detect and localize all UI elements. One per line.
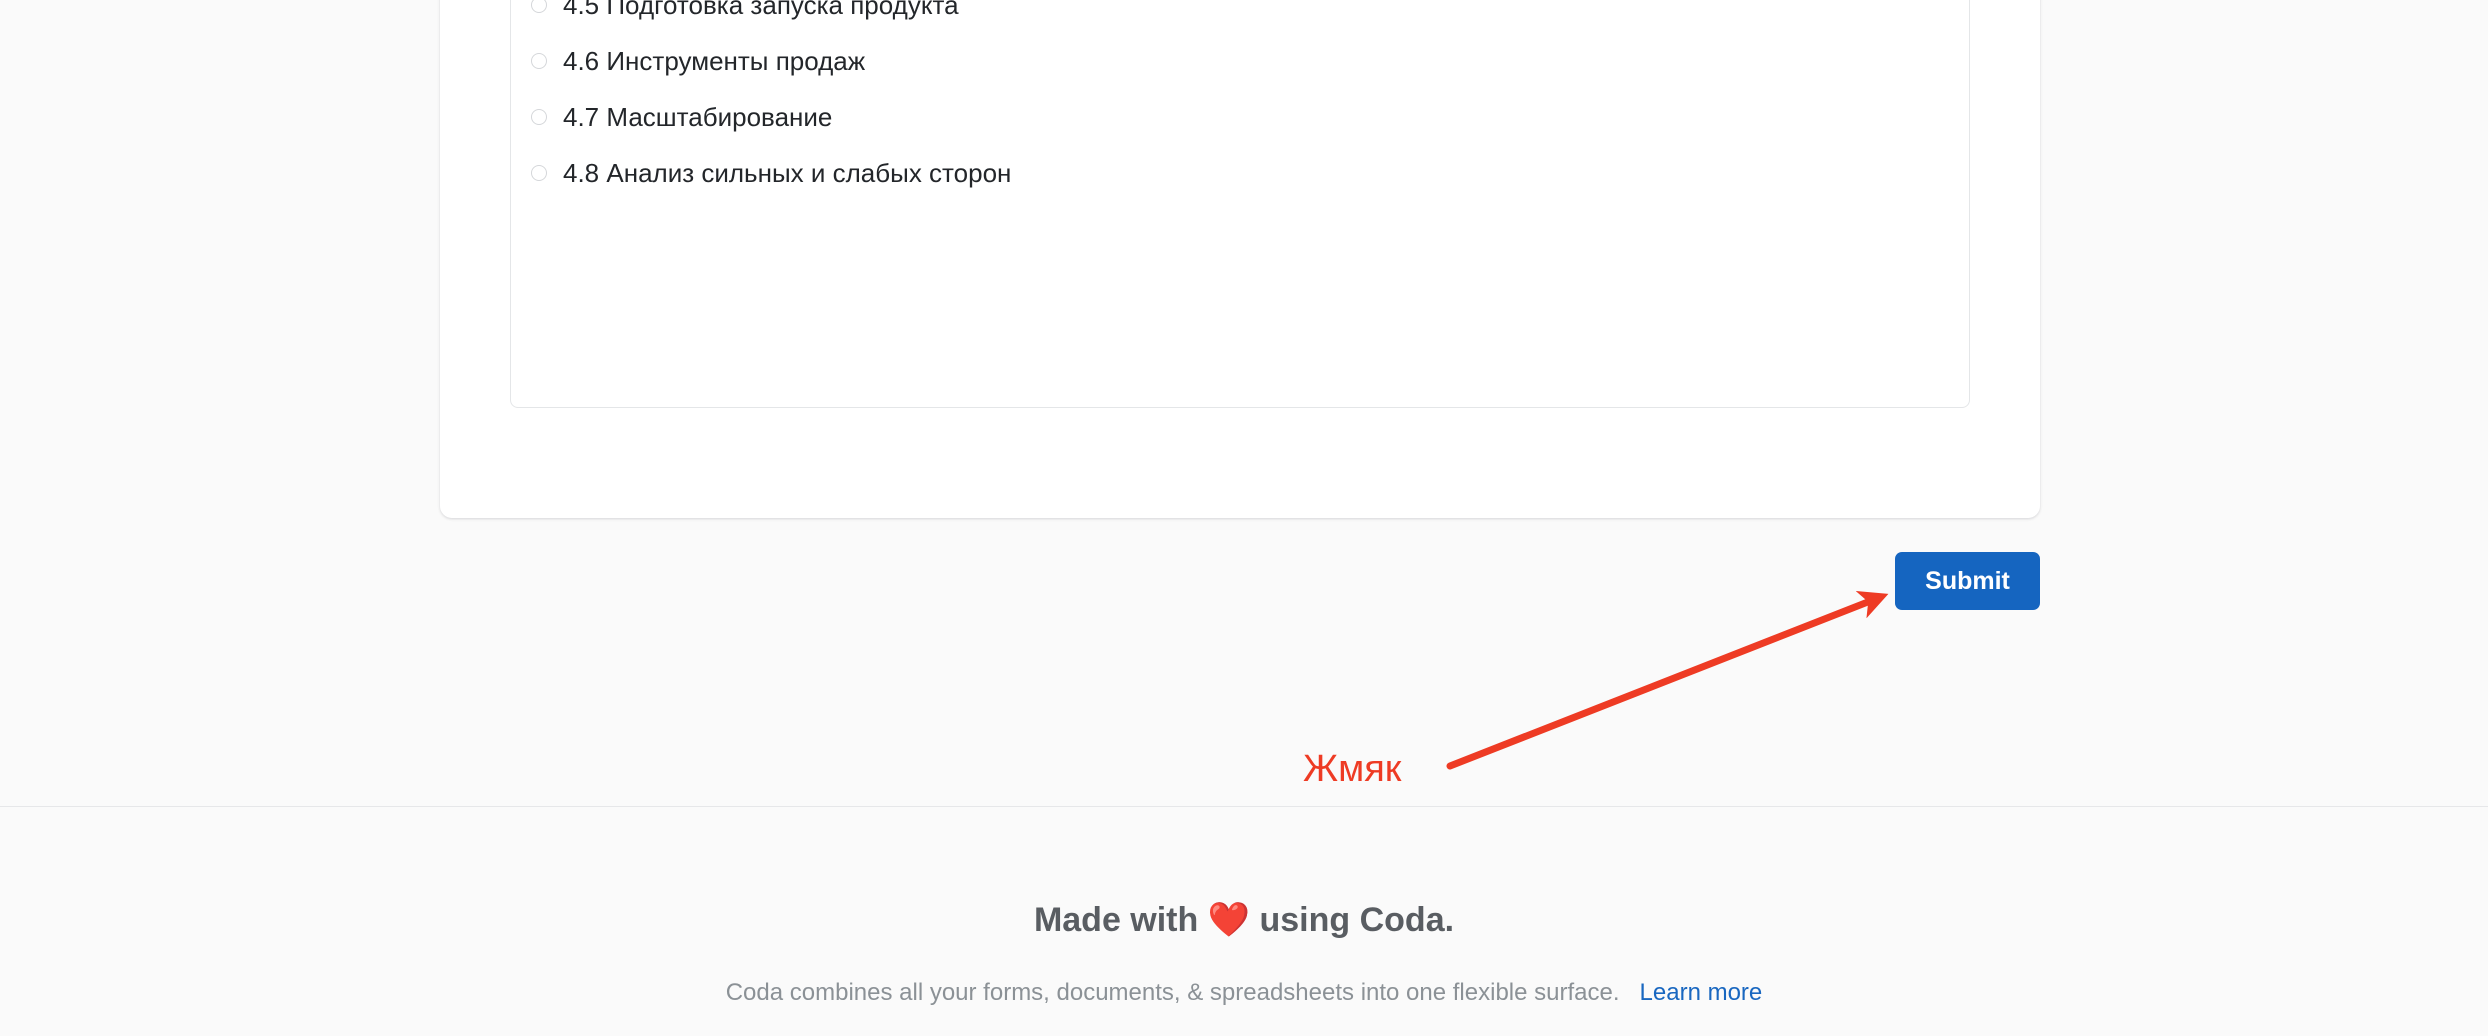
radio-option-group: 4.2 Тестирование гипотез 4.3 Финансовое …	[510, 0, 1970, 408]
radio-button-icon[interactable]	[531, 0, 547, 13]
submit-row: Submit	[440, 552, 2040, 610]
submit-button[interactable]: Submit	[1895, 552, 2040, 610]
radio-option-label: 4.8 Анализ сильных и слабых сторон	[563, 158, 1012, 188]
annotation-label: Жмяк	[1303, 748, 1402, 790]
radio-button-icon[interactable]	[531, 165, 547, 181]
radio-button-icon[interactable]	[531, 53, 547, 69]
radio-option-row[interactable]: 4.7 Масштабирование	[511, 89, 1969, 145]
radio-option-row[interactable]: 4.8 Анализ сильных и слабых сторон	[511, 145, 1969, 201]
radio-button-icon[interactable]	[531, 109, 547, 125]
radio-option-label: 4.7 Масштабирование	[563, 102, 833, 132]
footer-subtitle-text: Coda combines all your forms, documents,…	[725, 979, 1620, 1006]
radio-option-label: 4.5 Подготовка запуска продукта	[563, 0, 959, 20]
footer-subtitle: Coda combines all your forms, documents,…	[0, 981, 2488, 1005]
form-card: 4.2 Тестирование гипотез 4.3 Финансовое …	[440, 0, 2040, 518]
form-area: 4.2 Тестирование гипотез 4.3 Финансовое …	[0, 0, 2488, 806]
radio-option-row[interactable]: 4.6 Инструменты продаж	[511, 33, 1969, 89]
footer-title: Made with ❤️ using Coda.	[1033, 901, 1455, 939]
radio-option-label: 4.6 Инструменты продаж	[563, 46, 866, 76]
footer: Made with ❤️ using Coda. Coda combines a…	[0, 806, 2488, 1036]
radio-option-row[interactable]: 4.5 Подготовка запуска продукта	[511, 0, 1969, 33]
learn-more-link[interactable]: Learn more	[1640, 979, 1763, 1006]
footer-spacer	[1626, 979, 1633, 1006]
